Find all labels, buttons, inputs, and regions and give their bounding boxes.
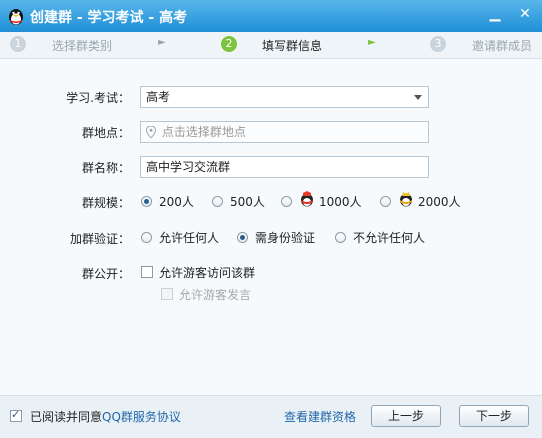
agree-text-prefix: 已阅读并同意	[30, 410, 103, 424]
step-arrow-icon: ►	[368, 37, 376, 48]
prev-step-button[interactable]: 上一步	[371, 405, 441, 427]
group-name-value: 高中学习交流群	[146, 160, 231, 174]
create-group-window: 创建群 - 学习考试 - 高考 ▁ ✕ 1 选择群类别 ► 2 填写群信息 ► …	[0, 0, 542, 438]
verify-anyone-label[interactable]: 允许任何人	[159, 229, 219, 246]
size-500-radio[interactable]	[212, 196, 223, 207]
guest-speak-checkbox	[161, 288, 173, 300]
step-indicator: 1 选择群类别 ► 2 填写群信息 ► 3 邀请群成员	[0, 32, 542, 59]
agreement-link[interactable]: QQ群服务协议	[102, 410, 181, 424]
location-input[interactable]: 点击选择群地点	[140, 121, 429, 143]
public-label: 群公开：	[81, 267, 130, 281]
agree-checkbox[interactable]	[10, 408, 22, 422]
verify-identity-radio[interactable]	[237, 232, 248, 243]
guest-access-checkbox[interactable]	[141, 266, 153, 278]
size-1000-radio[interactable]	[281, 196, 292, 207]
verify-identity-label[interactable]: 需身份验证	[255, 229, 315, 246]
footer-bar: 已阅读并同意QQ群服务协议 查看建群资格 上一步 下一步	[0, 395, 542, 438]
step-2-number: 2	[221, 36, 237, 52]
qq-penguin-icon	[9, 9, 23, 25]
group-name-label: 群名称：	[81, 161, 130, 175]
title-bar: 创建群 - 学习考试 - 高考 ▁ ✕	[0, 0, 542, 32]
location-pin-icon	[146, 126, 156, 138]
location-placeholder: 点击选择群地点	[161, 125, 246, 139]
step-3-number: 3	[430, 36, 446, 52]
step-1-label: 选择群类别	[52, 39, 113, 53]
size-2000-radio[interactable]	[380, 196, 391, 207]
minimize-icon: ▁	[489, 6, 501, 22]
size-200-label[interactable]: 200人	[159, 193, 194, 210]
agree-text: 已阅读并同意QQ群服务协议	[30, 408, 181, 425]
step-2-label: 填写群信息	[262, 39, 323, 53]
group-size-label: 群规模：	[81, 196, 130, 210]
gold-qq-rank-icon	[400, 192, 412, 207]
close-button[interactable]: ✕	[514, 4, 536, 26]
step-1-number: 1	[10, 36, 26, 52]
next-step-button[interactable]: 下一步	[459, 405, 529, 427]
close-icon: ✕	[519, 6, 531, 22]
category-value: 高考	[146, 90, 171, 104]
location-label: 群地点：	[81, 126, 130, 140]
category-select[interactable]: 高考	[140, 86, 429, 108]
guest-access-label[interactable]: 允许游客访问该群	[159, 264, 255, 281]
step-3-label: 邀请群成员	[472, 39, 533, 53]
guest-speak-label: 允许游客发言	[179, 288, 252, 302]
red-qq-rank-icon	[301, 191, 313, 207]
view-qualification-link[interactable]: 查看建群资格	[284, 408, 356, 425]
size-200-radio[interactable]	[141, 196, 152, 207]
chevron-down-icon	[414, 95, 422, 100]
window-title: 创建群 - 学习考试 - 高考	[30, 10, 188, 26]
minimize-button[interactable]: ▁	[484, 4, 506, 26]
verify-none-label[interactable]: 不允许任何人	[353, 229, 425, 246]
size-500-label[interactable]: 500人	[230, 193, 265, 210]
category-label: 学习.考试：	[66, 91, 130, 105]
step-arrow-icon: ►	[158, 37, 166, 48]
size-1000-label[interactable]: 1000人	[319, 193, 362, 210]
size-2000-label[interactable]: 2000人	[418, 193, 461, 210]
verify-anyone-radio[interactable]	[141, 232, 152, 243]
group-name-input[interactable]: 高中学习交流群	[140, 156, 429, 178]
join-verify-label: 加群验证：	[69, 232, 130, 246]
verify-none-radio[interactable]	[335, 232, 346, 243]
